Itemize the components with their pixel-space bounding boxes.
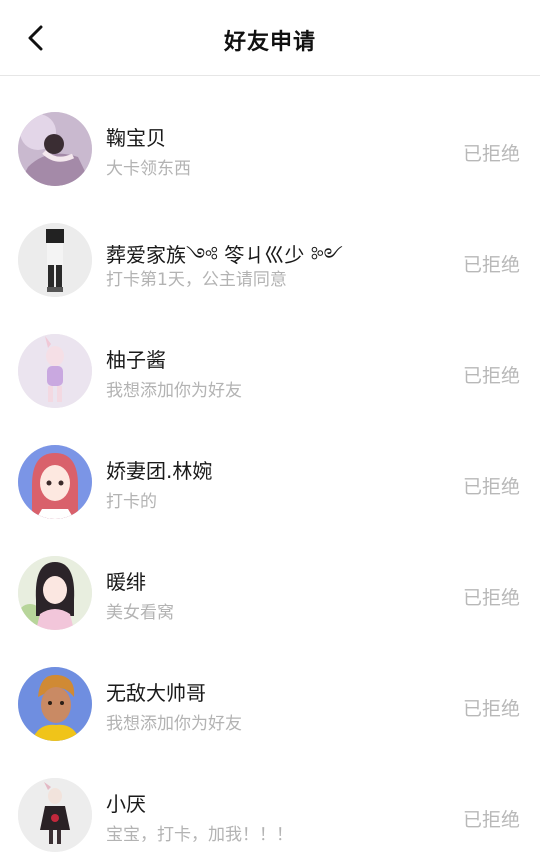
request-message: 打卡第1天，公主请同意 (106, 270, 287, 290)
status-label: 已拒绝 (462, 254, 520, 276)
requester-name: 小厌 (106, 792, 146, 816)
status-label: 已拒绝 (462, 587, 520, 609)
status-label: 已拒绝 (462, 476, 520, 498)
requester-name: 柚子酱 (106, 348, 166, 372)
avatar[interactable] (18, 334, 92, 408)
request-message: 美女看窝 (106, 603, 174, 623)
request-message: 我想添加你为好友 (106, 714, 242, 734)
requester-name: 暖绯 (106, 570, 146, 594)
list-item[interactable]: 娇妻团.林婉 打卡的 已拒绝 (0, 445, 540, 556)
status-label: 已拒绝 (462, 698, 520, 720)
request-message: 打卡的 (106, 492, 157, 512)
page-title: 好友申请 (223, 30, 316, 55)
avatar[interactable] (18, 778, 92, 852)
avatar[interactable] (18, 445, 92, 519)
list-item[interactable]: 葬爱家族༺ 笭ㄐ巛少 ༻ 打卡第1天，公主请同意 已拒绝 (0, 223, 540, 334)
list-item[interactable]: 小厌 宝宝，打卡，加我！！！ 已拒绝 (0, 778, 540, 860)
avatar[interactable] (18, 556, 92, 630)
list-item[interactable]: 柚子酱 我想添加你为好友 已拒绝 (0, 334, 540, 445)
avatar[interactable] (18, 112, 92, 186)
header-bar: 好友申请 (0, 0, 540, 76)
list-item[interactable]: 暖绯 美女看窝 已拒绝 (0, 556, 540, 667)
list-item[interactable]: 鞠宝贝 大卡领东西 已拒绝 (0, 112, 540, 223)
requester-name: 娇妻团.林婉 (106, 459, 213, 483)
avatar[interactable] (18, 223, 92, 297)
status-label: 已拒绝 (462, 809, 520, 831)
request-message: 宝宝，打卡，加我！！！ (106, 825, 293, 845)
avatar[interactable] (18, 667, 92, 741)
requester-name: 无敌大帅哥 (106, 681, 206, 705)
request-message: 我想添加你为好友 (106, 381, 242, 401)
status-label: 已拒绝 (462, 365, 520, 387)
status-label: 已拒绝 (462, 143, 520, 165)
request-message: 大卡领东西 (106, 159, 191, 179)
list-item[interactable]: 无敌大帅哥 我想添加你为好友 已拒绝 (0, 667, 540, 778)
requester-name: 鞠宝贝 (106, 126, 166, 150)
